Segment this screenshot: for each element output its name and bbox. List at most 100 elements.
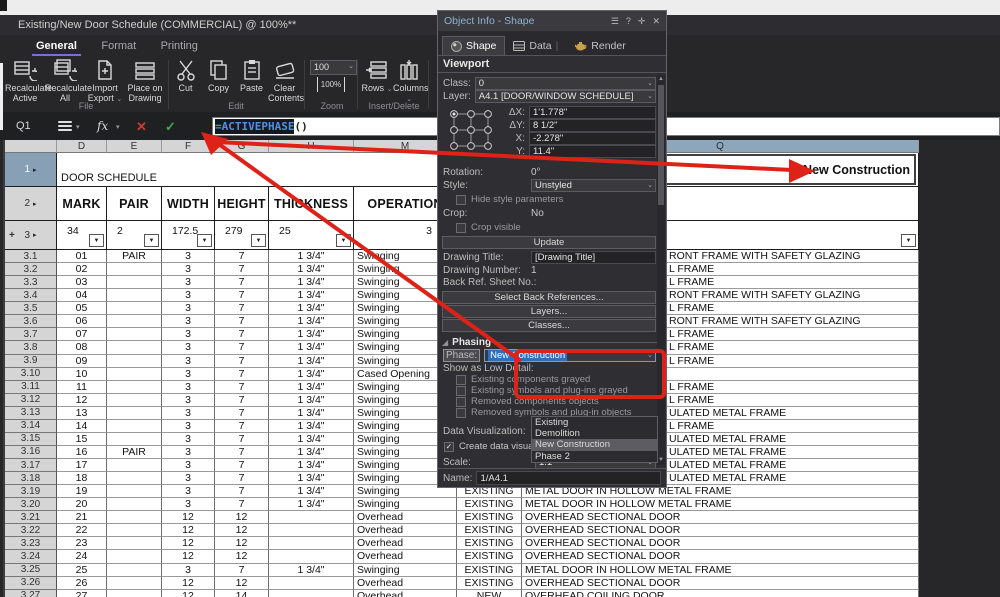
cell-thickness[interactable]: 1 3/4": [269, 485, 354, 498]
cell-pair[interactable]: [107, 394, 162, 407]
cell-operation[interactable]: Swinging: [354, 564, 457, 577]
row-number[interactable]: 3.11: [5, 381, 57, 394]
cell-pair[interactable]: [107, 564, 162, 577]
cell-width[interactable]: 3: [162, 368, 215, 381]
cut-button[interactable]: Cut: [169, 59, 202, 93]
row-number[interactable]: 3.2: [5, 263, 57, 276]
cell-width[interactable]: 3: [162, 302, 215, 315]
update-button[interactable]: Update: [442, 236, 656, 249]
cell-pair[interactable]: PAIR: [107, 250, 162, 263]
cell-width[interactable]: 3: [162, 407, 215, 420]
function-icon[interactable]: fx: [97, 119, 108, 133]
cell-phase[interactable]: EXISTING: [457, 498, 522, 511]
row-number[interactable]: 3.19: [5, 485, 57, 498]
cell-thickness[interactable]: [269, 577, 354, 590]
cell-height[interactable]: 7: [215, 485, 269, 498]
accept-formula-icon[interactable]: ✓: [165, 119, 176, 135]
cell-thickness[interactable]: 1 3/4": [269, 302, 354, 315]
clear-contents-button[interactable]: ClearContents: [268, 59, 301, 103]
cell-mark[interactable]: 20: [57, 498, 107, 511]
cell-thickness[interactable]: [269, 524, 354, 537]
cell-thickness[interactable]: 1 3/4": [269, 459, 354, 472]
cell-height[interactable]: 7: [215, 498, 269, 511]
row-number[interactable]: 3.23: [5, 537, 57, 550]
row-number[interactable]: 3.17: [5, 459, 57, 472]
cell-width[interactable]: 3: [162, 355, 215, 368]
cell-mark[interactable]: 19: [57, 485, 107, 498]
cell-thickness[interactable]: 1 3/4": [269, 289, 354, 302]
cell-thickness[interactable]: 1 3/4": [269, 263, 354, 276]
column-header-d[interactable]: D: [57, 140, 107, 153]
cell-height[interactable]: 7: [215, 368, 269, 381]
column-title-thickness[interactable]: THICKNESS: [269, 187, 354, 221]
cell-pair[interactable]: PAIR: [107, 446, 162, 459]
cell-thickness[interactable]: [269, 550, 354, 563]
cell-pair[interactable]: [107, 355, 162, 368]
y-field[interactable]: 11.4": [529, 145, 656, 158]
copy-button[interactable]: Copy: [202, 59, 235, 93]
cell-thickness[interactable]: 1 3/4": [269, 315, 354, 328]
column-header-g[interactable]: G: [215, 140, 269, 153]
cell-width[interactable]: 3: [162, 381, 215, 394]
phase-option-new-construction[interactable]: New Construction: [532, 439, 657, 450]
cell-pair[interactable]: [107, 459, 162, 472]
phase-option-demolition[interactable]: Demolition: [532, 428, 657, 439]
classes-button[interactable]: Classes...: [442, 319, 656, 332]
help-icon[interactable]: ?: [626, 16, 631, 26]
cell-thickness[interactable]: 1 3/4": [269, 276, 354, 289]
tab-shape[interactable]: Shape: [442, 36, 505, 55]
removed-symbols-checkbox[interactable]: [456, 408, 466, 418]
row-number[interactable]: 3.7: [5, 328, 57, 341]
row-number[interactable]: 3.3: [5, 276, 57, 289]
column-title-pair[interactable]: PAIR: [107, 187, 162, 221]
cell-thickness[interactable]: [269, 511, 354, 524]
filter-cell-height[interactable]: 279▼: [215, 221, 269, 250]
cell-height[interactable]: 7: [215, 276, 269, 289]
row-number[interactable]: 3.26: [5, 577, 57, 590]
scroll-up-icon[interactable]: ▲: [658, 75, 664, 84]
cell-mark[interactable]: 22: [57, 524, 107, 537]
cell-width[interactable]: 3: [162, 250, 215, 263]
cell-thickness[interactable]: 1 3/4": [269, 250, 354, 263]
cell-width[interactable]: 3: [162, 328, 215, 341]
cell-height[interactable]: 7: [215, 302, 269, 315]
row-number-2[interactable]: 2▸: [5, 187, 57, 221]
cell-width[interactable]: 3: [162, 341, 215, 354]
row-number[interactable]: 3.14: [5, 420, 57, 433]
cell-mark[interactable]: 26: [57, 577, 107, 590]
pin-icon[interactable]: ✛: [638, 16, 646, 27]
menu-icon[interactable]: ☰: [611, 16, 619, 27]
place-on-drawing-button[interactable]: Place onDrawing: [125, 59, 165, 103]
cell-height[interactable]: 7: [215, 394, 269, 407]
cell-phase[interactable]: EXISTING: [457, 537, 522, 550]
removed-components-checkbox[interactable]: [456, 397, 466, 407]
create-legend-checkbox[interactable]: ✓: [444, 442, 454, 452]
cell-phase[interactable]: EXISTING: [457, 511, 522, 524]
zoom-level-combo[interactable]: 100⌄: [310, 60, 357, 75]
cell-width[interactable]: 3: [162, 485, 215, 498]
cell-operation[interactable]: Overhead: [354, 524, 457, 537]
cell-phase[interactable]: EXISTING: [457, 564, 522, 577]
cell-pair[interactable]: [107, 341, 162, 354]
cell-height[interactable]: 7: [215, 328, 269, 341]
cell-width[interactable]: 3: [162, 498, 215, 511]
row-number[interactable]: 3.16: [5, 446, 57, 459]
cell-pair[interactable]: [107, 472, 162, 485]
cell-mark[interactable]: 13: [57, 407, 107, 420]
cell-height[interactable]: 14: [215, 590, 269, 597]
cell-mark[interactable]: 17: [57, 459, 107, 472]
ribbon-tab-general[interactable]: General: [32, 38, 81, 56]
cell-pair[interactable]: [107, 577, 162, 590]
cell-thickness[interactable]: 1 3/4": [269, 420, 354, 433]
cell-operation[interactable]: Overhead: [354, 590, 457, 597]
cell-thickness[interactable]: [269, 537, 354, 550]
cell-phase[interactable]: EXISTING: [457, 550, 522, 563]
drawing-title-field[interactable]: [Drawing Title]: [531, 251, 656, 264]
cell-height[interactable]: 7: [215, 250, 269, 263]
cell-desc[interactable]: METAL DOOR IN HOLLOW METAL FRAME: [522, 498, 919, 511]
cell-thickness[interactable]: 1 3/4": [269, 328, 354, 341]
class-dropdown[interactable]: 0⌄: [475, 77, 656, 90]
tab-render[interactable]: Render: [566, 37, 633, 55]
row-number[interactable]: 3.4: [5, 289, 57, 302]
zoom-fit-icon[interactable]: 100%: [317, 77, 345, 92]
